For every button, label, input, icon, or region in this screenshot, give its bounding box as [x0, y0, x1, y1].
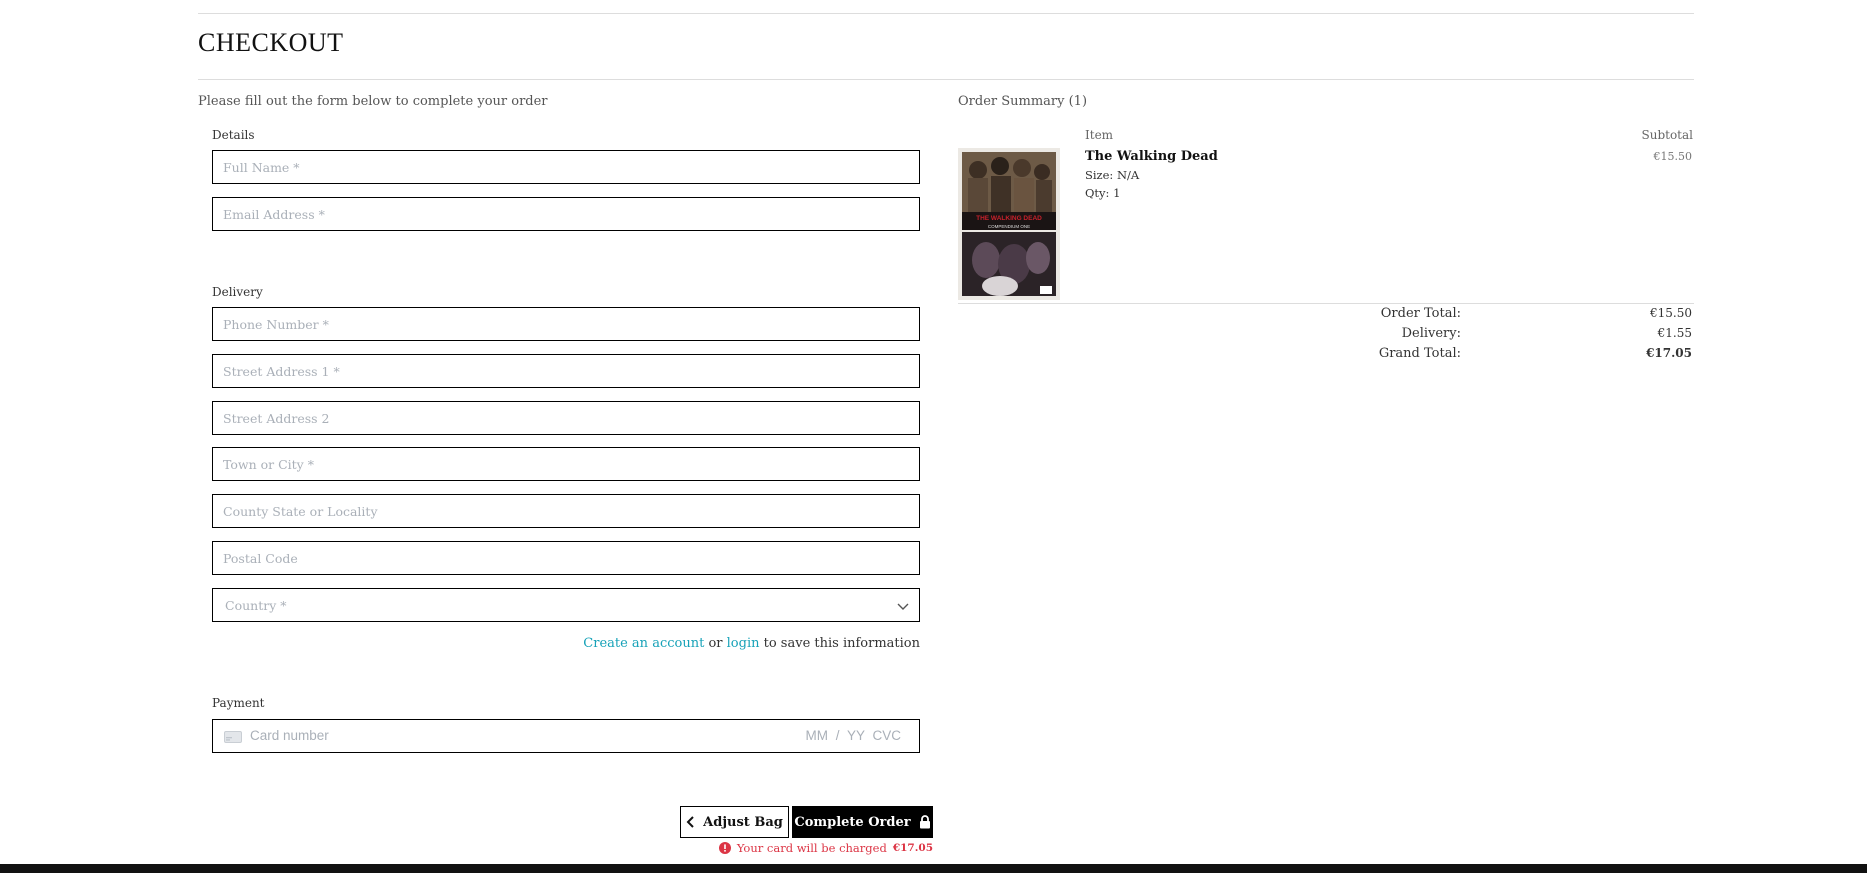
delivery-label: Delivery:	[1401, 326, 1461, 341]
cover-title-text: THE WALKING DEAD	[976, 215, 1042, 222]
town-city-field[interactable]	[212, 447, 920, 481]
footer-bar	[0, 864, 1867, 873]
cover-subtitle-text: COMPENDIUM ONE	[988, 224, 1030, 229]
order-summary-title: Order Summary (1)	[958, 94, 1088, 109]
street-address-2-field[interactable]	[212, 401, 920, 435]
save-info-text: Create an account or login to save this …	[212, 636, 920, 651]
product-size: Size: N/A	[1085, 168, 1140, 182]
card-number-input[interactable]: Card number	[250, 728, 329, 743]
card-element[interactable]: Card number MM / YY CVC	[212, 719, 920, 753]
product-qty: Qty: 1	[1085, 186, 1121, 200]
email-field[interactable]	[212, 197, 920, 231]
charge-note-text: Your card will be charged	[736, 841, 887, 855]
email-input[interactable]	[213, 198, 919, 230]
charge-warning: Your card will be charged €17.05	[718, 841, 933, 855]
charge-amount: €17.05	[892, 842, 933, 854]
save-info-suffix: to save this information	[763, 636, 920, 651]
delivery-section-label: Delivery	[212, 285, 263, 299]
complete-order-label: Complete Order	[794, 814, 911, 830]
adjust-bag-label: Adjust Bag	[703, 814, 783, 830]
chevron-left-icon	[686, 816, 694, 828]
order-total-label: Order Total:	[1380, 306, 1461, 321]
summary-divider	[958, 303, 1694, 304]
phone-input[interactable]	[213, 308, 919, 340]
postal-code-field[interactable]	[212, 541, 920, 575]
full-name-field[interactable]	[212, 150, 920, 184]
form-instructions: Please fill out the form below to comple…	[198, 94, 548, 109]
county-field[interactable]	[212, 494, 920, 528]
country-select-value: Country *	[225, 598, 287, 613]
town-city-input[interactable]	[213, 448, 919, 480]
top-divider	[198, 13, 1694, 14]
postal-code-input[interactable]	[213, 542, 919, 574]
comic-cover-art: THE WALKING DEAD COMPENDIUM ONE	[958, 148, 1060, 300]
adjust-bag-button[interactable]: Adjust Bag	[680, 806, 789, 838]
complete-order-button[interactable]: Complete Order	[792, 806, 933, 838]
street-address-1-input[interactable]	[213, 355, 919, 387]
country-select[interactable]: Country *	[212, 588, 920, 622]
street-address-1-field[interactable]	[212, 354, 920, 388]
grand-total-label: Grand Total:	[1378, 346, 1461, 361]
chevron-down-icon	[897, 603, 909, 610]
phone-field[interactable]	[212, 307, 920, 341]
card-expiry-cvc-input[interactable]: MM / YY CVC	[805, 728, 901, 743]
save-info-or: or	[708, 636, 723, 651]
product-subtotal: €15.50	[1653, 150, 1693, 163]
grand-total-value: €17.05	[1646, 346, 1692, 360]
page-title: CHECKOUT	[198, 28, 344, 57]
summary-col-subtotal: Subtotal	[1641, 128, 1694, 142]
product-name: The Walking Dead	[1085, 149, 1218, 164]
create-account-link[interactable]: Create an account	[583, 636, 704, 651]
title-divider	[198, 79, 1694, 80]
street-address-2-input[interactable]	[213, 402, 919, 434]
exclamation-circle-icon	[718, 842, 731, 854]
credit-card-icon	[224, 731, 242, 743]
details-section-label: Details	[212, 128, 255, 142]
payment-section-label: Payment	[212, 696, 265, 710]
delivery-value: €1.55	[1657, 326, 1692, 340]
county-input[interactable]	[213, 495, 919, 527]
full-name-input[interactable]	[213, 151, 919, 183]
login-link[interactable]: login	[727, 636, 760, 651]
order-total-value: €15.50	[1650, 306, 1692, 320]
product-image[interactable]: THE WALKING DEAD COMPENDIUM ONE	[958, 148, 1060, 300]
lock-icon	[919, 815, 930, 829]
summary-col-item: Item	[1085, 128, 1114, 142]
